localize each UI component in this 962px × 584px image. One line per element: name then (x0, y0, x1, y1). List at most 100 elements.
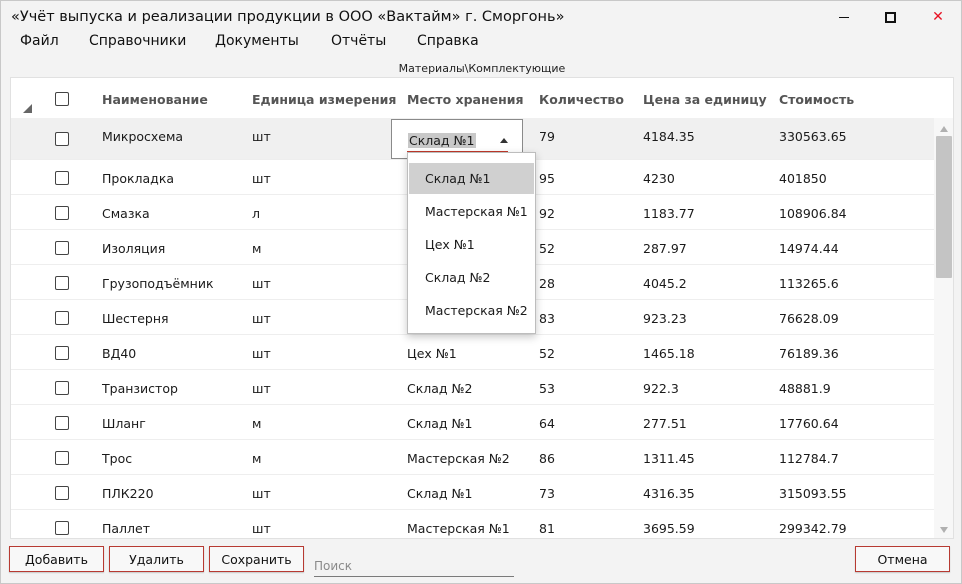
cell-quantity[interactable]: 52 (539, 241, 555, 256)
cell-place[interactable]: Мастерская №1 (407, 521, 510, 536)
table-row[interactable]: Транзистор шт Склад №2 53 922.3 48881.9 (11, 370, 937, 405)
cell-price[interactable]: 277.51 (643, 416, 687, 431)
table-row[interactable]: ПЛК220 шт Склад №1 73 4316.35 315093.55 (11, 475, 937, 510)
cell-unit[interactable]: м (252, 241, 261, 256)
table-row[interactable]: Паллет шт Мастерская №1 81 3695.59 299342.79 (11, 510, 937, 538)
cell-quantity[interactable]: 79 (539, 129, 555, 144)
column-header-place[interactable]: Место хранения (407, 92, 524, 107)
cell-name[interactable]: Шестерня (102, 311, 169, 326)
cell-cost[interactable]: 112784.7 (779, 451, 839, 466)
delete-button[interactable]: Удалить (109, 546, 204, 572)
row-checkbox[interactable] (55, 485, 69, 500)
vertical-scrollbar[interactable] (934, 118, 953, 538)
cell-unit[interactable]: л (252, 206, 260, 221)
cell-place[interactable]: Мастерская №2 (407, 451, 510, 466)
table-row[interactable]: ВД40 шт Цех №1 52 1465.18 76189.36 (11, 335, 937, 370)
cell-price[interactable]: 287.97 (643, 241, 687, 256)
cell-name[interactable]: ВД40 (102, 346, 136, 361)
cell-cost[interactable]: 108906.84 (779, 206, 847, 221)
cell-unit[interactable]: шт (252, 486, 271, 501)
cell-unit[interactable]: шт (252, 346, 271, 361)
cell-name[interactable]: Изоляция (102, 241, 165, 256)
dropdown-option[interactable]: Цех №1 (409, 229, 534, 260)
dropdown-option[interactable]: Склад №2 (409, 262, 534, 293)
scroll-down-arrow-icon[interactable] (940, 527, 948, 533)
cell-cost[interactable]: 315093.55 (779, 486, 847, 501)
search-input[interactable] (314, 555, 514, 577)
select-all-checkbox[interactable] (55, 92, 69, 106)
row-checkbox[interactable] (55, 240, 69, 255)
cell-cost[interactable]: 113265.6 (779, 276, 839, 291)
cell-price[interactable]: 1465.18 (643, 346, 695, 361)
cell-place[interactable]: Склад №1 (407, 416, 473, 431)
cell-unit[interactable]: шт (252, 171, 271, 186)
menu-file[interactable]: Файл (20, 33, 59, 49)
cell-place[interactable]: Цех №1 (407, 346, 457, 361)
select-all-triangle-icon[interactable] (23, 104, 32, 113)
cell-quantity[interactable]: 86 (539, 451, 555, 466)
cell-cost[interactable]: 76189.36 (779, 346, 839, 361)
column-header-name[interactable]: Наименование (102, 92, 208, 107)
row-checkbox[interactable] (55, 520, 69, 535)
cell-price[interactable]: 4316.35 (643, 486, 695, 501)
scroll-thumb[interactable] (936, 136, 952, 278)
cell-name[interactable]: Микросхема (102, 129, 183, 144)
column-header-unit[interactable]: Единица измерения (252, 92, 396, 107)
cell-unit[interactable]: м (252, 451, 261, 466)
cell-price[interactable]: 923.23 (643, 311, 687, 326)
cell-name[interactable]: Паллет (102, 521, 150, 536)
add-button[interactable]: Добавить (9, 546, 104, 572)
cell-quantity[interactable]: 73 (539, 486, 555, 501)
cell-name[interactable]: Шланг (102, 416, 146, 431)
cell-price[interactable]: 1311.45 (643, 451, 695, 466)
cell-quantity[interactable]: 28 (539, 276, 555, 291)
cell-price[interactable]: 4045.2 (643, 276, 687, 291)
cell-name[interactable]: Смазка (102, 206, 150, 221)
cell-name[interactable]: Транзистор (102, 381, 178, 396)
row-checkbox[interactable] (55, 132, 69, 146)
row-checkbox[interactable] (55, 450, 69, 465)
cell-unit[interactable]: шт (252, 311, 271, 326)
cell-quantity[interactable]: 53 (539, 381, 555, 396)
row-checkbox[interactable] (55, 345, 69, 360)
cancel-button[interactable]: Отмена (855, 546, 950, 572)
maximize-button[interactable] (867, 1, 913, 33)
row-checkbox[interactable] (55, 170, 69, 185)
cell-name[interactable]: ПЛК220 (102, 486, 154, 501)
dropdown-option[interactable]: Склад №1 (409, 163, 534, 194)
column-header-cost[interactable]: Стоимость (779, 92, 854, 107)
cell-price[interactable]: 922.3 (643, 381, 679, 396)
cell-cost[interactable]: 299342.79 (779, 521, 847, 536)
cell-unit[interactable]: шт (252, 381, 271, 396)
row-checkbox[interactable] (55, 275, 69, 290)
cell-cost[interactable]: 76628.09 (779, 311, 839, 326)
cell-cost[interactable]: 14974.44 (779, 241, 839, 256)
cell-cost[interactable]: 17760.64 (779, 416, 839, 431)
cell-name[interactable]: Трос (102, 451, 132, 466)
close-button[interactable]: ✕ (915, 1, 961, 33)
cell-quantity[interactable]: 64 (539, 416, 555, 431)
cell-unit[interactable]: шт (252, 521, 271, 536)
menu-reports[interactable]: Отчёты (331, 33, 386, 49)
cell-cost[interactable]: 48881.9 (779, 381, 831, 396)
scroll-up-arrow-icon[interactable] (940, 126, 948, 132)
row-checkbox[interactable] (55, 310, 69, 325)
cell-quantity[interactable]: 95 (539, 171, 555, 186)
cell-quantity[interactable]: 52 (539, 346, 555, 361)
cell-place[interactable]: Склад №1 (407, 486, 473, 501)
cell-unit[interactable]: м (252, 416, 261, 431)
menu-documents[interactable]: Документы (215, 33, 299, 49)
table-row[interactable]: Трос м Мастерская №2 86 1311.45 112784.7 (11, 440, 937, 475)
cell-quantity[interactable]: 81 (539, 521, 555, 536)
column-header-quantity[interactable]: Количество (539, 92, 624, 107)
row-checkbox[interactable] (55, 205, 69, 220)
menu-references[interactable]: Справочники (89, 33, 186, 49)
cell-unit[interactable]: шт (252, 276, 271, 291)
row-checkbox[interactable] (55, 380, 69, 395)
cell-quantity[interactable]: 83 (539, 311, 555, 326)
cell-quantity[interactable]: 92 (539, 206, 555, 221)
minimize-button[interactable] (821, 1, 867, 33)
chevron-up-icon[interactable] (500, 138, 508, 143)
column-header-price[interactable]: Цена за единицу (643, 92, 767, 107)
cell-place[interactable]: Склад №2 (407, 381, 473, 396)
